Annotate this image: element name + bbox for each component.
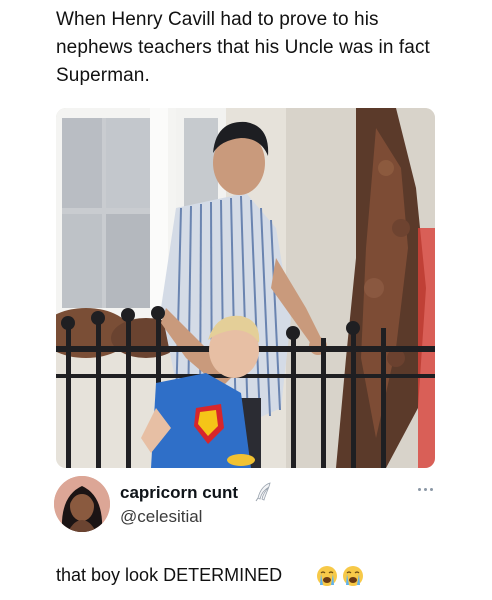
avatar[interactable] [54,476,110,532]
crying-face-emoji [343,566,363,586]
display-name[interactable]: capricorn cunt [120,483,238,503]
post-text: that boy look DETERMINED [56,565,283,585]
white-quill-badge-icon [255,482,271,502]
user-handle[interactable]: @celesitial [120,507,202,527]
meme-caption: When Henry Cavill had to prove to his ne… [56,9,430,86]
post-photo[interactable] [56,108,435,468]
avatar-image [54,476,110,532]
photo-scene [56,108,435,468]
crying-face-emoji [317,566,337,586]
more-options-icon[interactable] [418,484,438,494]
